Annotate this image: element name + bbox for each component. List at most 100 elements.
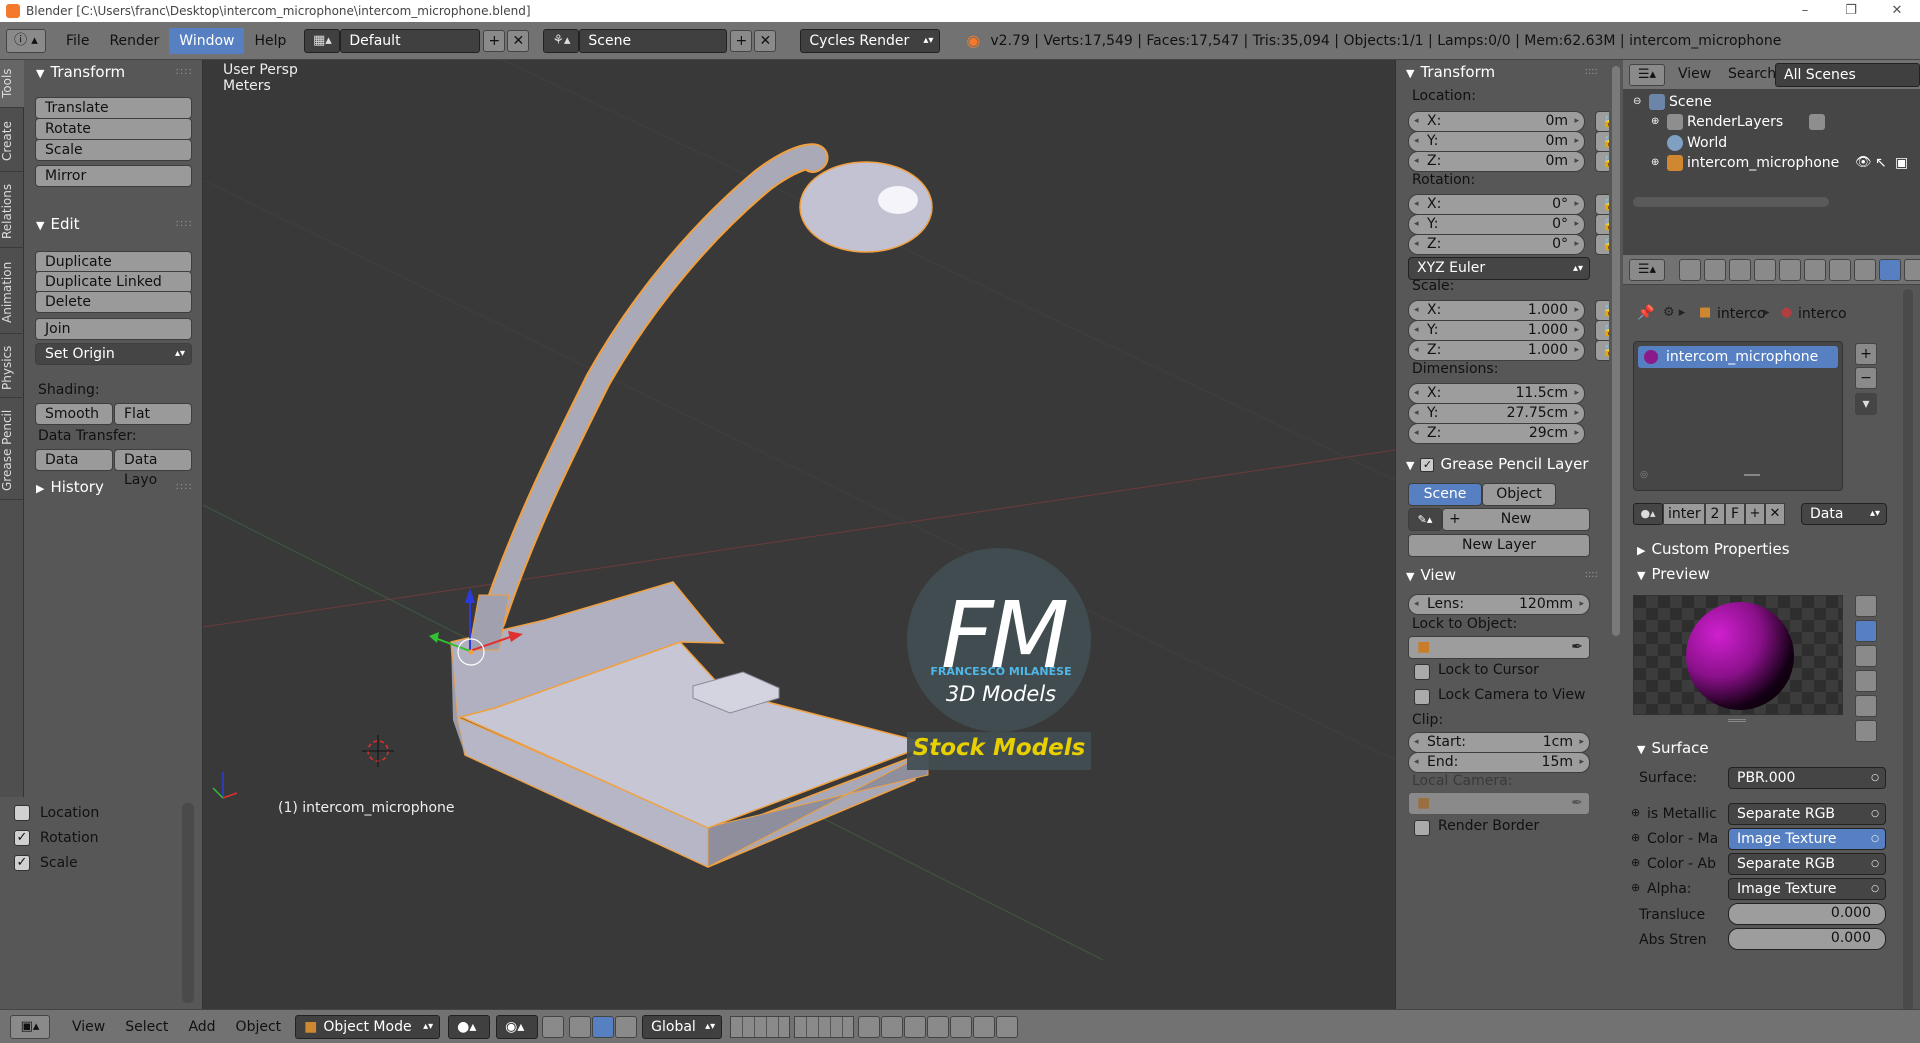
local-camera-field[interactable]: ■ ✒: [1408, 792, 1590, 815]
flat-button[interactable]: Flat: [114, 403, 192, 425]
lock-camera-checkbox[interactable]: [1414, 689, 1430, 705]
scale-y-field[interactable]: ◂ Y: 1.000 ▸: [1408, 320, 1585, 341]
shader-input-link-dropdown[interactable]: Separate RGB ○: [1728, 803, 1886, 825]
menu-file[interactable]: File: [56, 28, 99, 54]
material-slot-list[interactable]: intercom_microphone ◎: [1633, 341, 1843, 491]
scene-tab-icon[interactable]: [1729, 259, 1751, 281]
gp-object-button[interactable]: Object: [1482, 483, 1556, 506]
edit-panel-header[interactable]: ▼ Edit::::: [24, 212, 203, 236]
surface-header[interactable]: ▼ Surface: [1637, 739, 1709, 757]
rotation-x-field[interactable]: ◂ X: 0° ▸: [1408, 194, 1585, 215]
tab-tools[interactable]: Tools: [0, 60, 24, 108]
outliner-view-menu[interactable]: View: [1678, 66, 1711, 82]
proportional-edit-icon[interactable]: [881, 1015, 904, 1038]
3d-viewport[interactable]: User Persp Meters (1) intercom_microphon…: [203, 60, 1395, 1009]
modifiers-tab-icon[interactable]: [1829, 259, 1851, 281]
pin-icon[interactable]: 📌: [1637, 305, 1654, 321]
expand-icon[interactable]: ⊕: [1651, 151, 1659, 175]
remove-scene-button[interactable]: ✕: [754, 29, 777, 52]
preview-header[interactable]: ▼ Preview: [1637, 565, 1710, 583]
tab-grease-pencil[interactable]: Grease Pencil: [0, 402, 24, 500]
shader-input-link-dropdown[interactable]: Image Texture ○: [1728, 878, 1886, 900]
dimension-z-field[interactable]: ◂ Z: 29cm ▸: [1408, 423, 1585, 444]
panel-grip-icon[interactable]: ::::: [1585, 60, 1598, 84]
world-tab-icon[interactable]: [1754, 259, 1776, 281]
editor-type-info-icon[interactable]: ⓘ ▴: [6, 28, 46, 53]
outliner-filter-dropdown[interactable]: All Scenes: [1775, 63, 1920, 87]
fake-user-button[interactable]: F: [1725, 503, 1745, 525]
render-engine-dropdown[interactable]: Cycles Render ▴▾: [800, 28, 941, 53]
rotation-y-field[interactable]: ◂ Y: 0° ▸: [1408, 214, 1585, 235]
render-layers-tab-icon[interactable]: [1704, 259, 1726, 281]
rotate-button[interactable]: Rotate: [35, 118, 192, 140]
location-z-field[interactable]: ◂ Z: 0m ▸: [1408, 151, 1585, 172]
gp-scene-button[interactable]: Scene: [1408, 483, 1482, 506]
dimension-y-field[interactable]: ◂ Y: 27.75cm ▸: [1408, 403, 1585, 424]
layers-grid-right[interactable]: [794, 1015, 855, 1038]
clip-start-field[interactable]: ◂ Start: 1cm ▸: [1408, 732, 1590, 753]
snap-element-icon[interactable]: [927, 1015, 950, 1038]
render-border-checkbox[interactable]: [1414, 820, 1430, 836]
snap-target-icon[interactable]: [950, 1015, 973, 1038]
grease-pencil-panel-header[interactable]: ▼ ✓ Grease Pencil Layer: [1396, 452, 1610, 476]
lock-layers-icon[interactable]: [858, 1015, 881, 1038]
grease-pencil-checkbox[interactable]: ✓: [1420, 457, 1435, 472]
rotation-mode-dropdown[interactable]: XYZ Euler ▴▾: [1408, 257, 1590, 280]
close-button[interactable]: ✕: [1874, 0, 1920, 22]
scrollbar[interactable]: [182, 803, 194, 1003]
transform-panel-header[interactable]: ▼ Transform::::: [24, 60, 203, 84]
view-panel-header[interactable]: ▼ View::::: [1396, 563, 1610, 587]
scale-z-field[interactable]: ◂ Z: 1.000 ▸: [1408, 340, 1585, 361]
duplicate-linked-button[interactable]: Duplicate Linked: [35, 271, 192, 293]
preview-resize-grip-icon[interactable]: [1728, 719, 1746, 722]
data-tab-icon[interactable]: [1854, 259, 1876, 281]
mic-gooseneck[interactable]: [482, 145, 827, 631]
menu-help[interactable]: Help: [244, 28, 296, 54]
gizmo-z-arrow-icon[interactable]: [465, 588, 475, 603]
eyedropper-icon[interactable]: ✒: [1571, 637, 1583, 658]
object-tab-icon[interactable]: [1779, 259, 1801, 281]
lens-field[interactable]: ◂ Lens: 120mm ▸: [1408, 594, 1590, 615]
tab-relations[interactable]: Relations: [0, 176, 24, 248]
link-toggle-icon[interactable]: ⊕: [1631, 831, 1640, 844]
screen-layout-field[interactable]: Default: [340, 28, 481, 53]
gizmo-y-arrow-icon[interactable]: [429, 632, 439, 643]
clip-end-field[interactable]: ◂ End: 15m ▸: [1408, 752, 1590, 773]
menu-object[interactable]: Object: [226, 1019, 292, 1035]
data-layout-button[interactable]: Data Layo: [114, 449, 192, 488]
material-slot-row[interactable]: intercom_microphone: [1638, 346, 1838, 368]
material-users-button[interactable]: 2: [1705, 503, 1725, 525]
material-name-field[interactable]: inter: [1663, 503, 1705, 525]
link-toggle-icon[interactable]: ⊕: [1631, 806, 1640, 819]
pivot-point-icon[interactable]: ◉▴: [496, 1014, 539, 1039]
location-y-field[interactable]: ◂ Y: 0m ▸: [1408, 131, 1585, 152]
add-slot-button[interactable]: +: [1855, 343, 1877, 365]
translucency-slider[interactable]: 0.000: [1728, 903, 1886, 925]
orientation-dropdown[interactable]: Global ▴▾: [642, 1014, 723, 1039]
smooth-button[interactable]: Smooth: [35, 403, 113, 425]
outliner-editor-icon[interactable]: ☰▴: [1629, 64, 1665, 86]
rotation-checkbox[interactable]: ✓: [14, 830, 30, 846]
scale-manipulator-icon[interactable]: [615, 1015, 638, 1038]
location-x-field[interactable]: ◂ X: 0m ▸: [1408, 111, 1585, 132]
scene-field[interactable]: Scene: [579, 28, 728, 53]
menu-view[interactable]: View: [62, 1019, 115, 1035]
properties-editor-icon[interactable]: ☰▴: [1629, 259, 1665, 281]
shading-mode-icon[interactable]: ●▴: [448, 1014, 491, 1039]
remove-layout-button[interactable]: ✕: [507, 29, 530, 52]
cursor-select-icon[interactable]: ↖: [1875, 151, 1887, 175]
outliner-search-menu[interactable]: Search: [1728, 66, 1776, 82]
manipulator-toggle-icon[interactable]: [542, 1015, 565, 1038]
gp-new-button[interactable]: + New: [1442, 508, 1590, 531]
location-checkbox[interactable]: [14, 805, 30, 821]
tab-create[interactable]: Create: [0, 112, 24, 172]
render-tab-icon[interactable]: [1679, 259, 1701, 281]
slot-specials-icon[interactable]: ▾: [1855, 393, 1877, 415]
unlink-material-icon[interactable]: ✕: [1765, 503, 1785, 525]
scale-checkbox[interactable]: ✓: [14, 855, 30, 871]
camera-render-icon[interactable]: ▣: [1895, 151, 1908, 175]
maximize-button[interactable]: ❐: [1828, 0, 1874, 22]
material-tab-icon[interactable]: [1879, 259, 1901, 281]
translate-button[interactable]: Translate: [35, 97, 192, 119]
properties-scrollbar[interactable]: [1903, 289, 1913, 1029]
